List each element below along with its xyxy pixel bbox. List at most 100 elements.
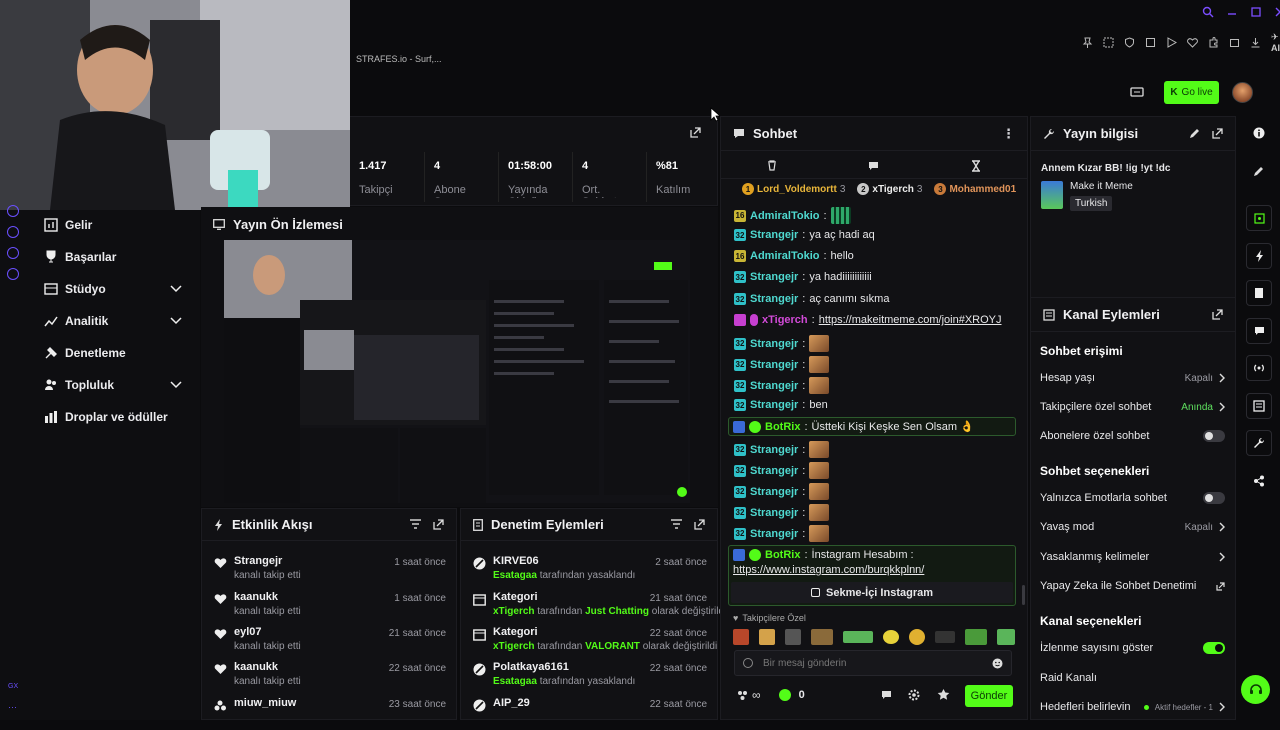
nav-item-studyo[interactable]: Stüdyo <box>0 273 200 305</box>
chat-message[interactable]: xTigerch: https://makeitmeme.com/join#XR… <box>734 314 1002 326</box>
chat-username[interactable]: Strangejr <box>750 380 798 392</box>
feed-row[interactable]: kaanukk kanalı takip etti 1 saat önce <box>202 589 456 624</box>
channel-icon[interactable] <box>1246 393 1272 419</box>
more-vertical-icon[interactable]: ⋮ <box>1002 126 1015 142</box>
emote[interactable] <box>843 631 873 643</box>
chat-username[interactable]: Strangejr <box>750 507 798 519</box>
chat-message[interactable]: 32 Strangejr: <box>734 483 830 500</box>
go-live-button[interactable]: K Go live <box>1164 81 1219 104</box>
emote[interactable] <box>909 629 925 645</box>
preview-video[interactable] <box>224 240 690 503</box>
chat-username[interactable]: AdmiralTokio <box>750 250 819 262</box>
top-chatter[interactable]: 3Mohammed017; <box>934 183 1016 195</box>
chat-username[interactable]: Strangejr <box>750 465 798 477</box>
chat-bubble-icon[interactable] <box>881 690 892 700</box>
chat-message[interactable]: 16 AdmiralTokio: hello <box>734 250 854 262</box>
kick-points-icon[interactable] <box>778 689 791 701</box>
chat-username[interactable]: xTigerch <box>762 314 808 326</box>
emote[interactable] <box>965 629 987 645</box>
emoji-icon[interactable] <box>992 658 1003 669</box>
moderation-actor[interactable]: xTigerch <box>493 606 535 617</box>
cube-icon[interactable] <box>1145 37 1156 48</box>
extensions-icon[interactable] <box>1208 37 1219 48</box>
edit-icon[interactable] <box>1189 128 1200 139</box>
chat-message[interactable]: 32 Strangejr: <box>734 525 830 542</box>
setting-account-age[interactable]: Hesap yaşı Kapalı <box>1040 372 1225 384</box>
moderation-row[interactable]: Kategori xTigerch tarafından Just Chatti… <box>461 589 726 624</box>
chat-message[interactable]: 32 Strangejr: <box>734 462 830 479</box>
emote[interactable] <box>759 629 775 645</box>
shield-icon[interactable] <box>1124 37 1135 48</box>
category-thumbnail[interactable] <box>1041 181 1063 209</box>
chat-message[interactable]: 32 Strangejr: aç canımı sıkma <box>734 293 889 305</box>
emote[interactable] <box>997 629 1015 645</box>
box-icon[interactable] <box>1229 37 1240 48</box>
app-icon[interactable]: GX <box>8 683 18 690</box>
hourglass-icon[interactable] <box>971 159 981 172</box>
emote[interactable] <box>733 629 749 645</box>
lightning-icon[interactable] <box>1246 243 1272 269</box>
chat-username[interactable]: Strangejr <box>750 229 798 241</box>
chat-message[interactable]: 32 Strangejr: <box>734 504 830 521</box>
chat-message[interactable]: 32 Strangejr: ya hadiiiiiiiiiiii <box>734 271 872 283</box>
nav-item-gelir[interactable]: Gelir <box>0 209 200 241</box>
chat-link[interactable]: https://www.instagram.com/burqkkplnn/ <box>733 564 924 576</box>
chat-message[interactable]: 32 Strangejr: <box>734 335 830 352</box>
screen-capture-icon[interactable] <box>1246 205 1272 231</box>
document-icon[interactable] <box>1246 280 1272 306</box>
chat-username[interactable]: Strangejr <box>750 486 798 498</box>
nav-item-droplar[interactable]: Droplar ve ödüller <box>0 401 200 433</box>
chat-scrollbar[interactable] <box>1022 585 1025 605</box>
nav-item-basarilar[interactable]: Başarılar <box>0 241 200 273</box>
info-icon[interactable] <box>1246 120 1272 146</box>
close-icon[interactable] <box>1274 6 1280 18</box>
show-views-toggle[interactable] <box>1203 642 1225 654</box>
chat-username[interactable]: Strangejr <box>750 359 798 371</box>
setting-show-views[interactable]: İzlenme sayısını göster <box>1040 642 1225 654</box>
popout-icon[interactable] <box>433 519 444 530</box>
popout-icon[interactable] <box>1212 309 1223 320</box>
broadcast-icon[interactable] <box>1246 355 1272 381</box>
setting-followers-only[interactable]: Takipçilere özel sohbet Anında <box>1040 401 1225 413</box>
feed-row[interactable]: Strangejr kanalı takip etti 1 saat önce <box>202 553 456 588</box>
subs-only-toggle[interactable] <box>1203 430 1225 442</box>
chat-input[interactable]: Bir mesaj gönderin <box>734 650 1012 676</box>
setting-subs-only[interactable]: Abonelere özel sohbet <box>1040 430 1225 442</box>
setting-emote-only[interactable]: Yalnızca Emotlarla sohbet <box>1040 492 1225 504</box>
chat-username[interactable]: BotRix <box>765 421 800 433</box>
support-button[interactable] <box>1241 675 1270 704</box>
instagram-button[interactable]: Sekme-İçi Instagram <box>731 582 1013 603</box>
emote[interactable] <box>935 631 955 643</box>
feed-row[interactable]: eyl07 kanalı takip etti 21 saat önce <box>202 624 456 659</box>
top-chatter[interactable]: 1 Lord_Voldemortt 3 <box>742 183 845 195</box>
streaming-tools-icon[interactable] <box>1130 86 1144 98</box>
moderation-actor[interactable]: Esatagaa <box>493 570 537 581</box>
chat-username[interactable]: Strangejr <box>750 271 798 283</box>
setting-ai-moderation[interactable]: Yapay Zeka ile Sohbet Denetimi <box>1040 580 1225 592</box>
send-button[interactable]: Gönder <box>965 685 1013 707</box>
category-name[interactable]: Make it Meme <box>1070 181 1133 192</box>
popout-icon[interactable] <box>694 519 705 530</box>
emote-only-toggle[interactable] <box>1203 492 1225 504</box>
edit-icon[interactable] <box>1246 158 1272 184</box>
nav-item-analitik[interactable]: Analitik <box>0 305 200 337</box>
wrench-icon[interactable] <box>1246 430 1272 456</box>
filter-icon[interactable] <box>671 519 682 530</box>
moderation-row[interactable]: Kategori xTigerch tarafından VALORANT ol… <box>461 624 717 659</box>
setting-slow-mode[interactable]: Yavaş mod Kapalı <box>1040 521 1225 533</box>
setting-raid[interactable]: Raid Kanalı <box>1040 672 1225 684</box>
chat-username[interactable]: Strangejr <box>750 293 798 305</box>
trash-icon[interactable] <box>767 160 777 171</box>
chevron-down-icon[interactable] <box>170 317 182 325</box>
emote[interactable] <box>811 629 833 645</box>
feed-row[interactable]: kaanukk kanalı takip etti 22 saat önce <box>202 659 456 694</box>
chat-username[interactable]: Strangejr <box>750 444 798 456</box>
moderation-actor[interactable]: xTigerch <box>493 641 535 652</box>
search-icon[interactable] <box>1202 6 1214 18</box>
chat-bubble-icon[interactable] <box>1246 318 1272 344</box>
heart-icon[interactable] <box>1187 37 1198 48</box>
moderation-row[interactable]: KIRVE06 Esatagaa tarafından yasaklandı 2… <box>461 553 717 588</box>
share-icon[interactable] <box>1246 468 1272 494</box>
chat-username[interactable]: BotRix <box>765 549 800 561</box>
moderation-actor[interactable]: Esatagaa <box>493 676 537 687</box>
